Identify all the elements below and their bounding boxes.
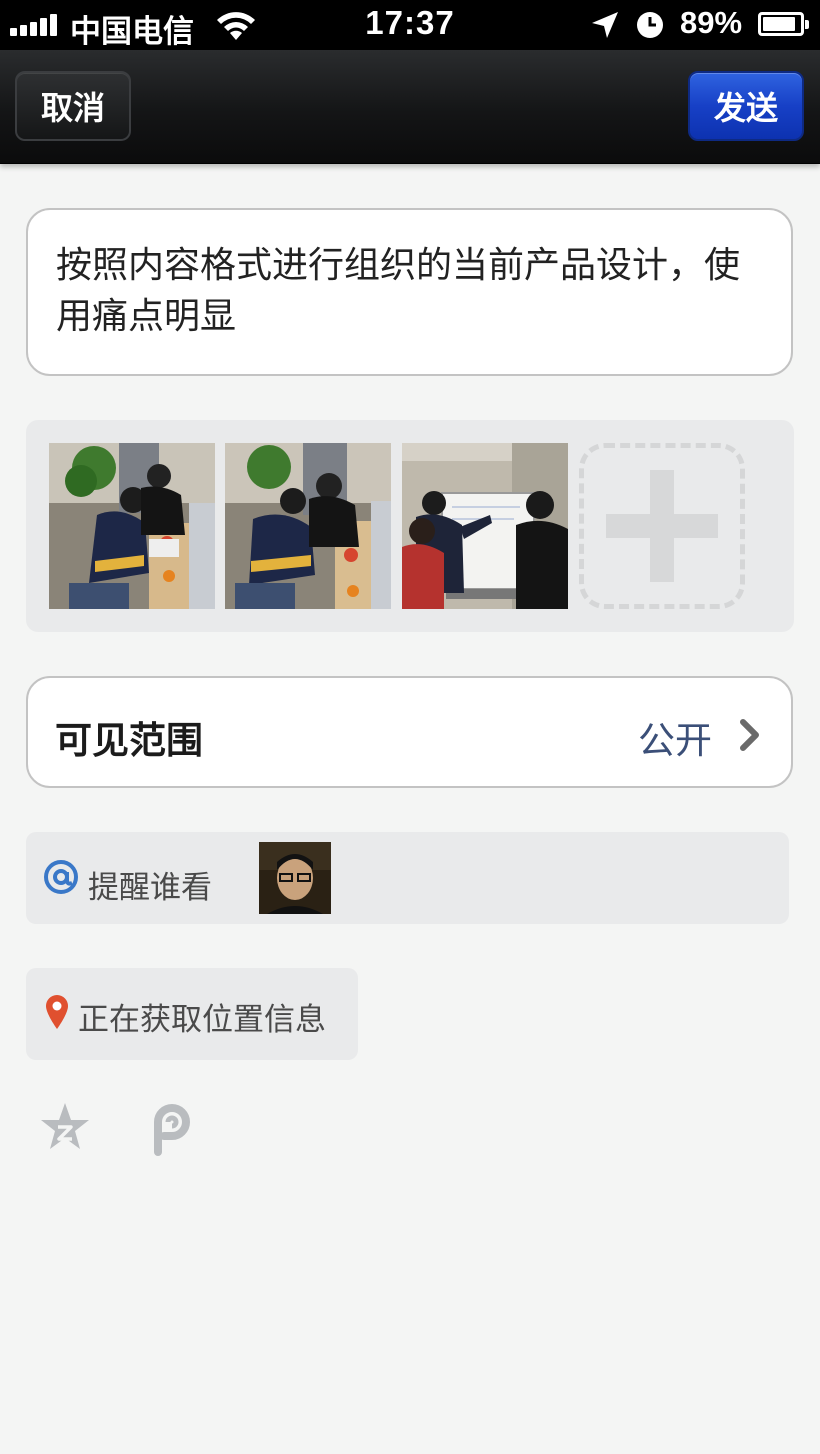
avatar[interactable]: [259, 842, 331, 914]
at-icon: [44, 860, 78, 898]
visibility-label: 可见范围: [55, 719, 203, 762]
location-label: 正在获取位置信息: [78, 1002, 326, 1038]
photo-strip: [26, 420, 794, 632]
battery-percent: 89%: [680, 5, 743, 40]
cancel-button[interactable]: 取消: [15, 71, 131, 141]
mention-row[interactable]: 提醒谁看: [26, 832, 789, 924]
photo-thumbnail-3[interactable]: [402, 443, 568, 609]
photo-thumbnail-2[interactable]: [225, 443, 391, 609]
visibility-row[interactable]: 可见范围 公开: [26, 676, 793, 788]
location-arrow-icon: [590, 10, 620, 45]
star-icon[interactable]: [38, 1100, 92, 1158]
send-button[interactable]: 发送: [688, 71, 804, 141]
map-pin-icon: [44, 994, 70, 1034]
add-photo-button[interactable]: [579, 443, 745, 609]
post-text-input[interactable]: 按照内容格式进行组织的当前产品设计，使用痛点明显: [26, 208, 793, 376]
navigation-bar: 取消 发送: [0, 50, 820, 164]
photo-thumbnail-1[interactable]: [49, 443, 215, 609]
alarm-clock-icon: [636, 11, 664, 44]
visibility-value: 公开: [638, 719, 712, 762]
mention-label: 提醒谁看: [88, 870, 212, 906]
chevron-right-icon: [738, 718, 762, 756]
p-icon[interactable]: [146, 1100, 196, 1160]
status-bar: 中国电信 17:37 89%: [0, 0, 820, 50]
battery-icon: [758, 12, 809, 36]
location-row[interactable]: 正在获取位置信息: [26, 968, 358, 1060]
battery-fill: [763, 17, 795, 31]
